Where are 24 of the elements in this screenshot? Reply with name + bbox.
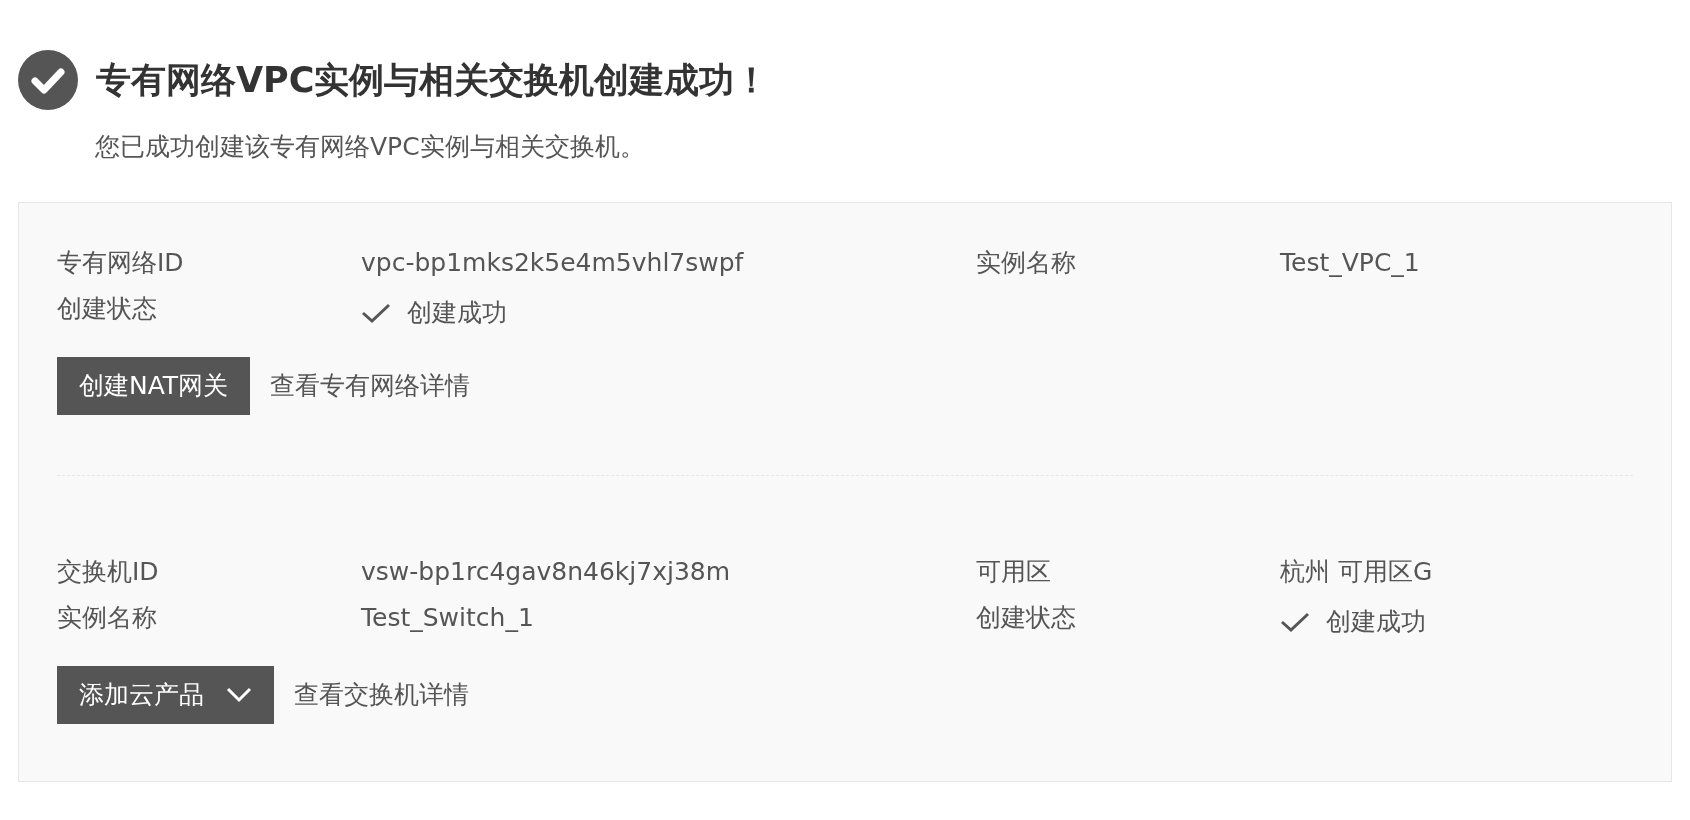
field-label: 创建状态: [57, 292, 157, 325]
status-text: 创建成功: [407, 296, 507, 329]
page-title: 专有网络VPC实例与相关交换机创建成功！: [96, 58, 770, 102]
field-label: 创建状态: [976, 601, 1076, 634]
field-label: 交换机ID: [57, 555, 159, 588]
field-label: 实例名称: [57, 601, 157, 634]
dropdown-button[interactable]: 添加云产品: [57, 665, 274, 724]
success-check-icon: [18, 50, 78, 110]
field-value: Test_Switch_1: [361, 601, 534, 634]
action-button[interactable]: 创建NAT网关: [57, 356, 251, 415]
check-icon: [1280, 610, 1310, 633]
status-text: 创建成功: [1326, 605, 1426, 638]
field-value: vsw-bp1rc4gav8n46kj7xj38m: [361, 555, 731, 588]
field-label: 实例名称: [976, 246, 1076, 279]
page-subtitle: 您已成功创建该专有网络VPC实例与相关交换机。: [95, 131, 646, 163]
field-value: 杭州 可用区G: [1280, 555, 1433, 588]
field-label: 专有网络ID: [57, 246, 184, 279]
check-icon: [361, 301, 391, 324]
details-link[interactable]: 查看专有网络详情: [270, 366, 471, 405]
details-link[interactable]: 查看交换机详情: [294, 675, 469, 714]
field-value: Test_VPC_1: [1280, 246, 1420, 279]
field-label: 可用区: [976, 555, 1051, 588]
field-value: vpc-bp1mks2k5e4m5vhl7swpf: [361, 246, 744, 279]
chevron-down-icon: [226, 686, 252, 703]
